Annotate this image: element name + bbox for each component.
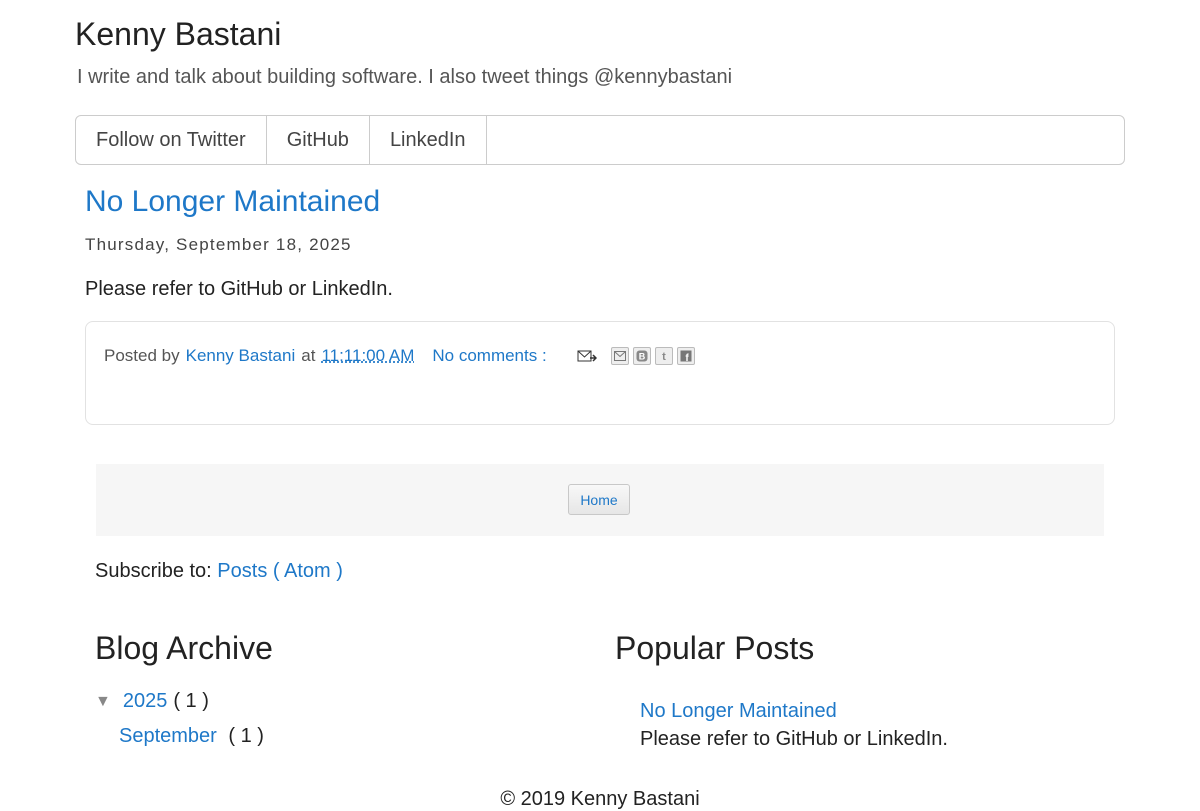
twitter-share-icon[interactable]: t xyxy=(654,347,673,365)
popular-post-snippet: Please refer to GitHub or LinkedIn. xyxy=(640,728,948,750)
collapse-toggle-icon[interactable]: ▼ xyxy=(95,693,111,711)
nav-github[interactable]: GitHub xyxy=(267,116,370,164)
blog-description: I write and talk about building software… xyxy=(77,66,733,88)
posted-by-label: Posted by xyxy=(104,346,180,365)
blog-pager: Home xyxy=(96,464,1104,536)
blog-title[interactable]: Kenny Bastani xyxy=(75,12,281,56)
archive-month-link[interactable]: September xyxy=(119,725,217,747)
blog-archive-title: Blog Archive xyxy=(95,630,273,666)
nav-follow-twitter[interactable]: Follow on Twitter xyxy=(76,116,267,164)
blog-header: Kenny Bastani xyxy=(75,12,281,56)
subscribe-label: Subscribe to: xyxy=(95,560,212,582)
popular-posts-title: Popular Posts xyxy=(615,630,815,666)
post-date: Thursday, September 18, 2025 xyxy=(85,235,352,254)
post-footer-line: Posted by Kenny Bastani at 11:11:00 AM N… xyxy=(104,346,695,366)
post-timestamp-link[interactable]: 11:11:00 AM xyxy=(321,346,414,366)
nav-bar: Follow on Twitter GitHub LinkedIn xyxy=(75,115,1125,165)
archive-year-row: ▼ 2025 ( 1 ) xyxy=(95,690,209,713)
archive-year-link[interactable]: 2025 xyxy=(123,690,168,713)
popular-post-link[interactable]: No Longer Maintained xyxy=(640,700,837,723)
subscribe-line: Subscribe to: Posts ( Atom ) xyxy=(95,560,343,583)
at-label: at xyxy=(301,346,316,365)
archive-year-count: ( 1 ) xyxy=(173,690,209,712)
author-link[interactable]: Kenny Bastani xyxy=(186,346,296,366)
post-body: Please refer to GitHub or LinkedIn. xyxy=(85,278,393,300)
nav-linkedin[interactable]: LinkedIn xyxy=(370,116,487,164)
facebook-share-icon[interactable]: f xyxy=(676,347,695,365)
share-buttons: B t f xyxy=(610,347,695,365)
svg-text:B: B xyxy=(638,352,645,362)
blogthis-icon[interactable]: B xyxy=(632,347,651,365)
post-footer: Posted by Kenny Bastani at 11:11:00 AM N… xyxy=(85,321,1115,425)
comments-link[interactable]: No comments : xyxy=(432,346,546,366)
popular-posts-widget: Popular Posts No Longer Maintained Pleas… xyxy=(615,630,948,750)
archive-month-row: September ( 1 ) xyxy=(119,725,264,748)
subscribe-posts-atom-link[interactable]: Posts ( Atom ) xyxy=(217,560,343,582)
svg-text:t: t xyxy=(662,351,666,362)
home-button[interactable]: Home xyxy=(568,484,630,515)
blog-archive-widget: Blog Archive ▼ 2025 ( 1 ) September ( 1 … xyxy=(95,630,273,747)
post-title-link[interactable]: No Longer Maintained xyxy=(85,182,380,222)
email-this-icon[interactable] xyxy=(610,347,629,365)
email-post-icon[interactable] xyxy=(577,349,597,363)
archive-month-count: ( 1 ) xyxy=(228,725,264,747)
